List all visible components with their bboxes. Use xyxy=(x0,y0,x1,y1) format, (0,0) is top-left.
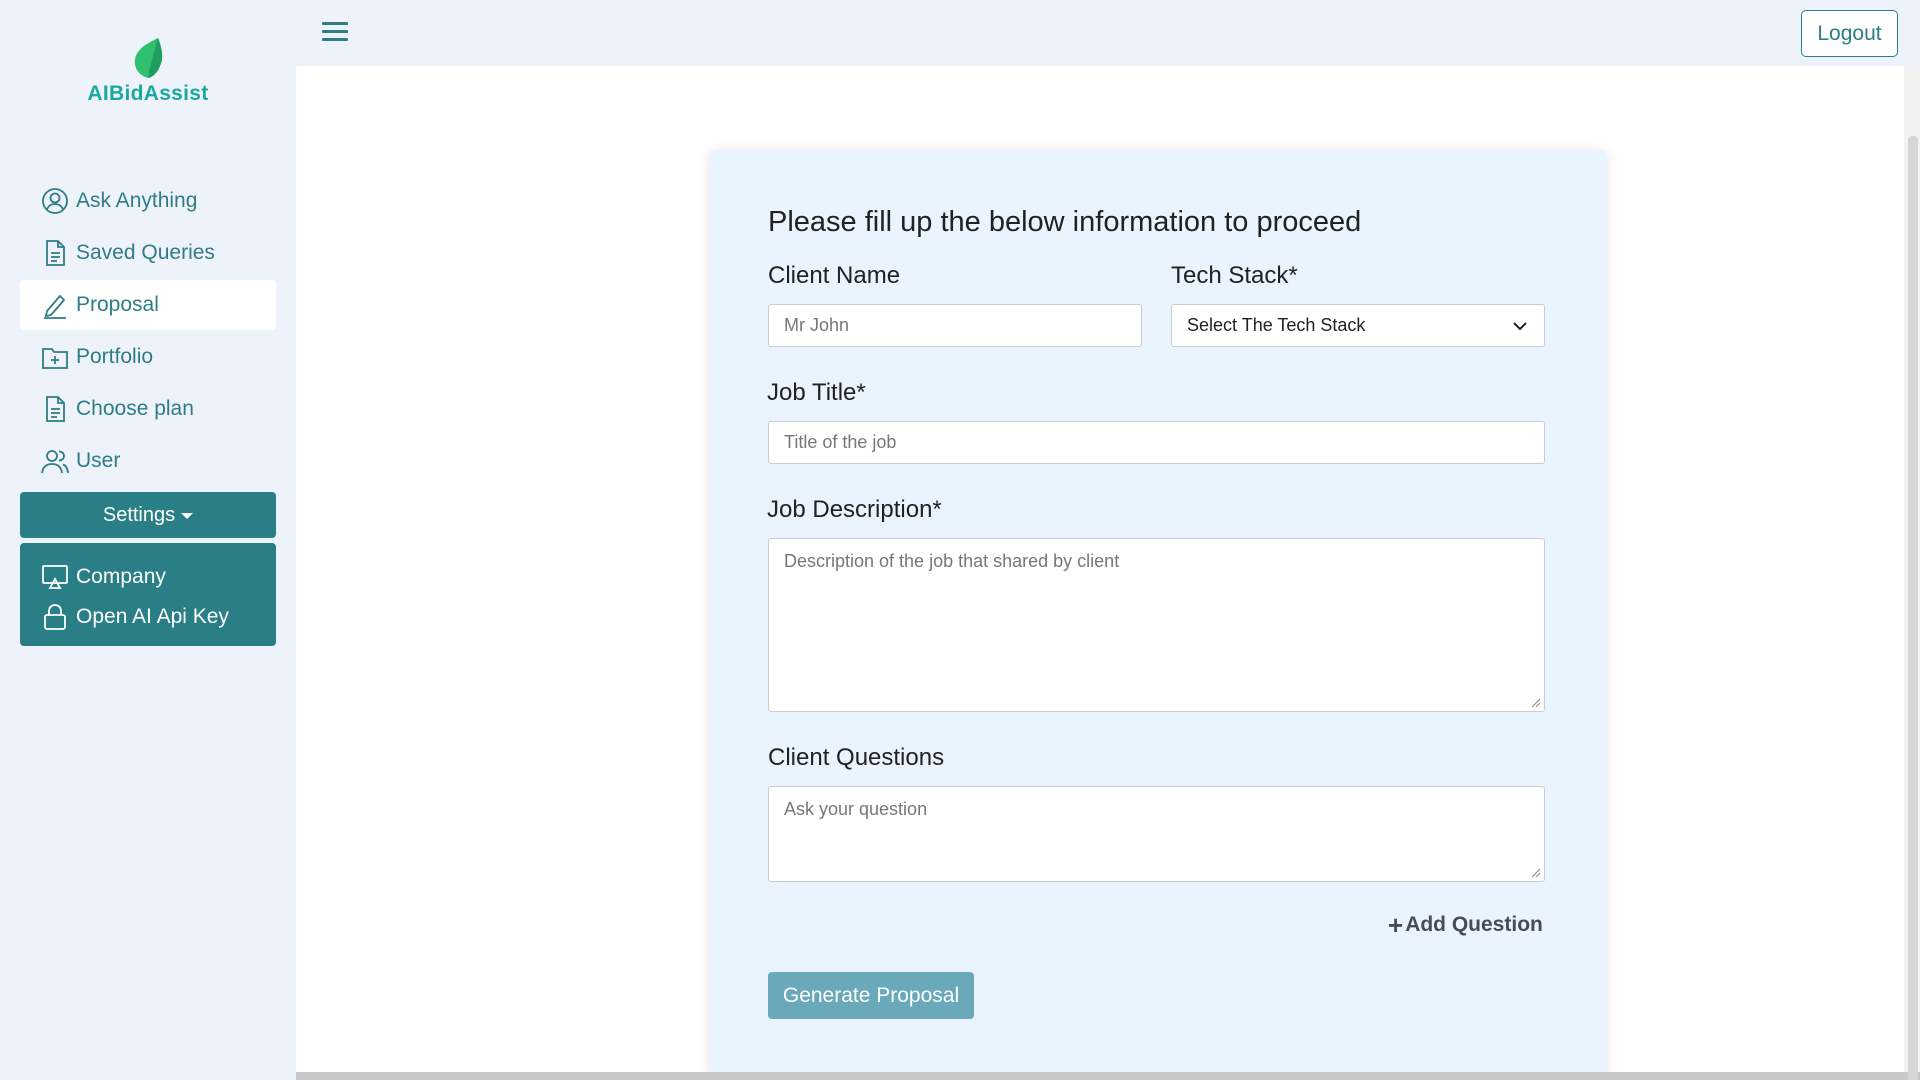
job-description-textarea[interactable] xyxy=(768,538,1545,712)
settings-dropdown-button[interactable]: Settings xyxy=(20,492,276,538)
client-name-label: Client Name xyxy=(768,262,901,289)
logout-button[interactable]: Logout xyxy=(1801,10,1898,57)
resize-grip-icon[interactable] xyxy=(1531,698,1541,708)
top-bar: Logout xyxy=(296,0,1920,66)
folder-plus-icon xyxy=(40,342,70,372)
brand-name: AIBidAssist xyxy=(87,82,209,105)
vertical-scrollbar[interactable] xyxy=(1904,66,1920,1080)
document-icon xyxy=(40,394,70,424)
job-title-label: Job Title* xyxy=(767,379,866,406)
sidebar-item-label: User xyxy=(76,449,121,472)
add-question-label: Add Question xyxy=(1405,913,1543,936)
settings-menu: Company Open AI Api Key xyxy=(20,543,276,646)
sidebar-item-label: Choose plan xyxy=(76,397,194,420)
app-root: AIBidAssist Ask Anything Saved Queries P… xyxy=(0,0,1920,1080)
settings-item-company[interactable]: Company xyxy=(20,557,276,597)
sidebar-item-saved-queries[interactable]: Saved Queries xyxy=(20,228,276,278)
client-name-input[interactable] xyxy=(768,304,1142,347)
job-title-input[interactable] xyxy=(768,421,1545,464)
scrollbar-thumb[interactable] xyxy=(1908,136,1918,1080)
sidebar-item-label: Saved Queries xyxy=(76,241,215,264)
job-description-label: Job Description* xyxy=(767,496,942,523)
sidebar-nav: Ask Anything Saved Queries Proposal Port… xyxy=(20,176,276,488)
sidebar: AIBidAssist Ask Anything Saved Queries P… xyxy=(0,0,296,1080)
lock-icon xyxy=(40,602,70,632)
sidebar-item-choose-plan[interactable]: Choose plan xyxy=(20,384,276,434)
resize-grip-icon[interactable] xyxy=(1531,868,1541,878)
sidebar-item-portfolio[interactable]: Portfolio xyxy=(20,332,276,382)
sidebar-item-ask-anything[interactable]: Ask Anything xyxy=(20,176,276,226)
plus-icon: + xyxy=(1388,910,1404,940)
sidebar-item-proposal[interactable]: Proposal xyxy=(20,280,276,330)
tech-stack-select[interactable]: Select The Tech Stack xyxy=(1171,304,1545,347)
generate-proposal-button[interactable]: Generate Proposal xyxy=(768,972,974,1019)
settings-item-label: Company xyxy=(76,565,166,588)
leaf-icon xyxy=(134,38,163,78)
users-icon xyxy=(40,446,70,476)
add-question-button[interactable]: + Add Question xyxy=(1388,912,1543,938)
user-circle-icon xyxy=(40,186,70,216)
client-questions-label: Client Questions xyxy=(768,744,945,771)
tech-stack-selected: Select The Tech Stack xyxy=(1187,315,1366,335)
settings-item-openai-key[interactable]: Open AI Api Key xyxy=(20,597,276,637)
horizontal-scrollbar[interactable] xyxy=(296,1072,1920,1080)
sidebar-item-user[interactable]: User xyxy=(20,436,276,486)
sidebar-item-label: Ask Anything xyxy=(76,189,198,212)
chevron-down-icon xyxy=(1513,321,1527,330)
tech-stack-label: Tech Stack* xyxy=(1171,262,1298,289)
sidebar-item-label: Proposal xyxy=(76,293,159,316)
sidebar-item-label: Portfolio xyxy=(76,345,154,368)
monitor-icon xyxy=(40,562,70,592)
settings-label: Settings xyxy=(102,503,176,526)
hamburger-icon[interactable] xyxy=(322,22,348,44)
caret-down-icon xyxy=(181,513,194,519)
settings-item-label: Open AI Api Key xyxy=(76,605,229,628)
form-title: Please fill up the below information to … xyxy=(768,206,1362,238)
document-icon xyxy=(40,238,70,268)
brand[interactable]: AIBidAssist xyxy=(0,36,296,106)
client-questions-textarea[interactable] xyxy=(768,786,1545,882)
pencil-icon xyxy=(40,290,70,320)
